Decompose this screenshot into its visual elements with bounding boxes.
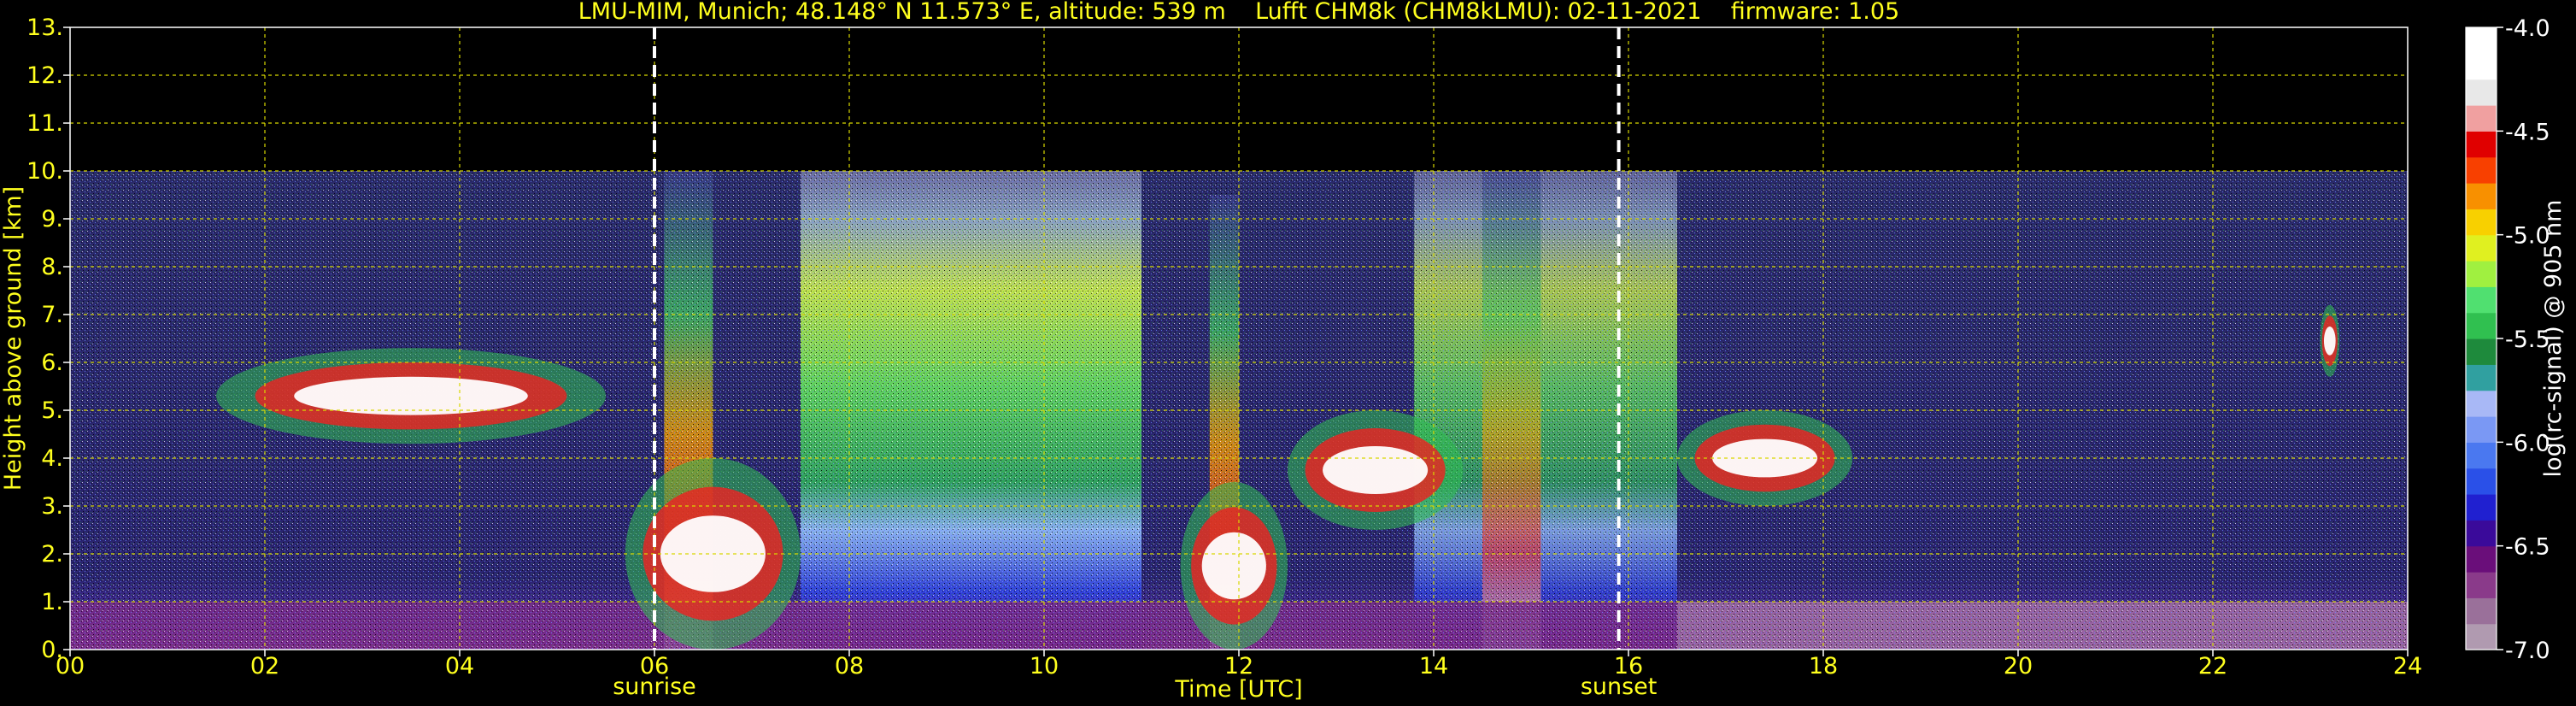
y-tick-label: 11. [26,110,63,137]
colorbar-swatch [2466,442,2497,469]
colorbar-tick-label: -7.0 [2505,638,2550,664]
colorbar-swatch [2466,105,2497,132]
colorbar-tick-label: -4.0 [2505,15,2550,42]
x-tick-label: 22 [2198,653,2227,680]
colorbar-swatch [2466,520,2497,547]
colorbar-swatch [2466,338,2497,365]
y-tick-label: 3. [41,493,63,520]
colorbar-swatch [2466,416,2497,443]
colorbar-swatch [2466,79,2497,106]
colorbar-swatch [2466,597,2497,625]
colorbar-swatch [2466,286,2497,314]
colorbar-swatch [2466,53,2497,80]
y-tick-label: 0. [41,637,63,663]
x-tick-label: 08 [835,653,864,680]
y-tick-label: 13. [26,15,63,41]
x-tick-label: 04 [445,653,474,680]
y-tick-label: 2. [41,541,63,568]
y-tick-label: 6. [41,350,63,376]
x-tick-label: 14 [1419,653,1448,680]
x-tick-label: 20 [2004,653,2033,680]
colorbar-swatch [2466,312,2497,339]
colorbar-swatch [2466,234,2497,262]
y-tick-label: 8. [41,254,63,280]
x-tick-label: 10 [1030,653,1059,680]
x-tick-label: 18 [1809,653,1838,680]
colorbar-swatch [2466,131,2497,158]
cloud-feature [2320,304,2340,377]
y-axis-label: Height above ground [km] [0,186,26,491]
colorbar-swatch [2466,623,2497,650]
colorbar-swatch [2466,156,2497,184]
colorbar-swatch [2466,390,2497,417]
x-tick-label: 16 [1614,653,1643,680]
colorbar-label: log(rc-signal) @ 905 nm [2540,200,2567,478]
cloud-feature [1180,482,1288,650]
y-tick-label: 12. [26,62,63,89]
colorbar-swatch [2466,183,2497,209]
colorbar-swatch [2466,545,2497,573]
colorbar-swatch [2466,494,2497,521]
colorbar-swatch [2466,261,2497,287]
colorbar-swatch [2466,572,2497,598]
cloud-feature [1288,410,1464,530]
cloud-feature [1677,410,1853,506]
x-tick-label: 06 [640,653,669,680]
colorbar-swatch [2466,27,2497,54]
colorbar-tick-label: -4.5 [2505,119,2550,145]
colorbar-swatch [2466,468,2497,495]
colorbar-swatch [2466,209,2497,236]
y-tick-label: 5. [41,397,63,424]
chart-title: LMU-MIM, Munich; 48.148° N 11.573° E, al… [578,0,1899,25]
x-tick-label: 02 [250,653,279,680]
x-tick-label: 24 [2393,653,2422,680]
x-axis-label: Time [UTC] [1174,676,1302,703]
ceilometer-chart: sunrise sunset 00 02 04 06 08 10 12 14 16 18 20 22 24… [0,0,2576,706]
y-tick-label: 9. [41,206,63,232]
y-tick-label: 4. [41,445,63,472]
y-tick-label: 1. [41,589,63,615]
colorbar-swatch [2466,364,2497,391]
y-tick-label: 7. [41,302,63,328]
y-tick-label: 10. [26,158,63,185]
cloud-feature [216,348,606,444]
colorbar-tick-label: -6.5 [2505,534,2550,561]
